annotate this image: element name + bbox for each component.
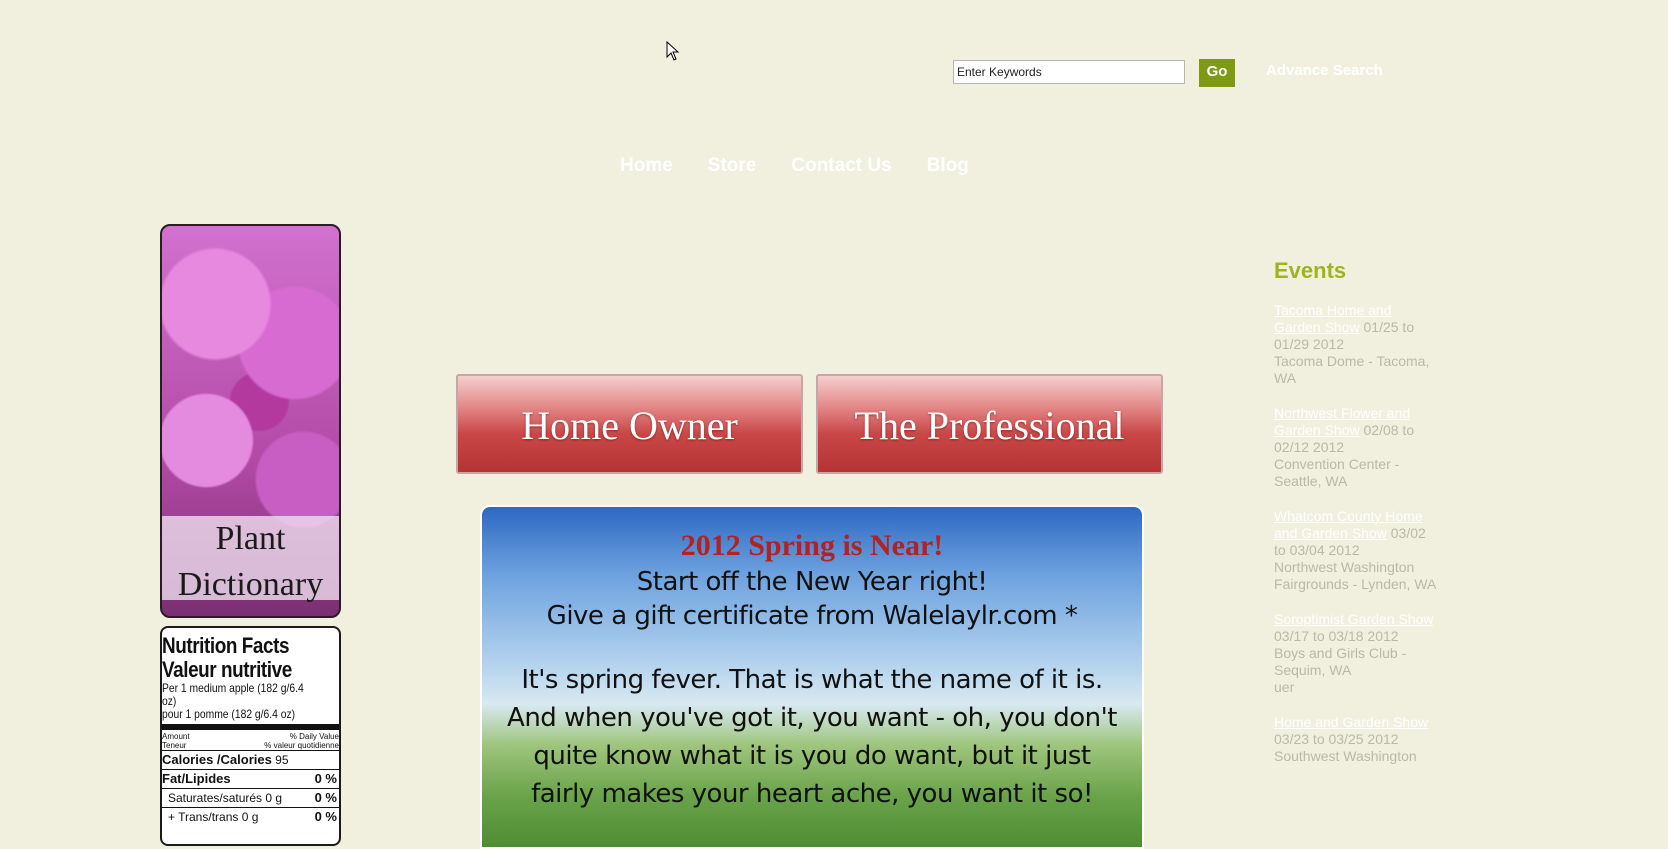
event-dates: 03/17 to 03/18 2012: [1274, 628, 1399, 644]
nutrition-divider: [162, 724, 339, 730]
event-dates: 03/23 to 03/25 2012: [1274, 731, 1399, 747]
spring-promo-banner[interactable]: 2012 Spring is Near! Start off the New Y…: [480, 505, 1144, 849]
calories-row: Calories /Calories 95: [162, 750, 339, 769]
nutrition-header-row: Amount % Daily Value: [162, 732, 339, 741]
mouse-cursor-icon: [666, 41, 680, 61]
nav-home[interactable]: Home: [620, 155, 673, 177]
event-location: Convention Center - Seattle, WA: [1274, 456, 1400, 489]
event-location: Southwest Washington: [1274, 748, 1417, 764]
event-location: Tacoma Dome - Tacoma, WA: [1274, 353, 1430, 386]
saturates-row: Saturates/saturés 0 g 0 %: [162, 788, 339, 807]
search-input[interactable]: [953, 60, 1185, 84]
fat-label: Fat/Lipides: [162, 771, 231, 786]
plant-label-line1: Plant: [215, 520, 286, 557]
nutrition-serving: Per 1 medium apple (182 g/6.4 oz) pour 1…: [162, 682, 314, 721]
event-link[interactable]: Home and Garden Show: [1274, 714, 1428, 730]
vq-label: % valeur quotidienne: [264, 741, 339, 750]
nav-contact-us[interactable]: Contact Us: [791, 155, 891, 177]
nutrition-facts-banner[interactable]: Nutrition Facts Valeur nutritive Per 1 m…: [160, 626, 341, 846]
trans-label: + Trans/trans 0 g: [168, 810, 259, 824]
home-owner-button[interactable]: Home Owner: [456, 374, 803, 474]
banner-line3: Give a gift certificate from Walelaylr.c…: [546, 601, 1078, 631]
sat-label: Saturates/saturés 0 g: [168, 791, 283, 805]
event-item: Northwest Flower and Garden Show 02/08 t…: [1274, 405, 1440, 490]
nutrition-header-row-fr: Teneur % valeur quotidienne: [162, 741, 339, 750]
serving-fr: pour 1 pomme (182 g/6.4 oz): [162, 707, 296, 721]
dv-label: % Daily Value: [289, 732, 339, 741]
event-location: Boys and Girls Club - Sequim, WA: [1274, 645, 1407, 678]
amount-label: Amount: [162, 732, 190, 741]
event-item: Home and Garden Show 03/23 to 03/25 2012…: [1274, 714, 1440, 765]
event-extra: uer: [1274, 679, 1295, 695]
trans-value: 0 %: [314, 809, 337, 824]
event-item: Tacoma Home and Garden Show 01/25 to 01/…: [1274, 302, 1440, 387]
nav-store[interactable]: Store: [708, 155, 757, 177]
event-link[interactable]: Soroptimist Garden Show: [1274, 611, 1434, 627]
plant-dictionary-label: Plant Dictionary: [162, 516, 339, 603]
banner-line2: Start off the New Year right!: [636, 567, 988, 597]
events-sidebar: Events Tacoma Home and Garden Show 01/25…: [1274, 258, 1440, 783]
banner-headline: 2012 Spring is Near!: [680, 529, 944, 562]
sat-value: 0 %: [314, 790, 337, 805]
fat-row: Fat/Lipides 0 %: [162, 769, 339, 788]
nav-blog[interactable]: Blog: [927, 155, 969, 177]
plant-dictionary-banner[interactable]: Plant Dictionary: [160, 224, 341, 618]
event-location: Northwest Washington Fairgrounds - Lynde…: [1274, 559, 1437, 592]
calories-label: Calories /Calories: [162, 752, 272, 767]
nutrition-title: Nutrition Facts Valeur nutritive: [162, 628, 314, 682]
advance-search-link[interactable]: Advance Search: [1266, 62, 1383, 79]
event-item: Soroptimist Garden Show 03/17 to 03/18 2…: [1274, 611, 1440, 696]
trans-row: + Trans/trans 0 g 0 %: [162, 807, 339, 826]
event-item: Whatcom County Home and Garden Show 03/0…: [1274, 508, 1440, 593]
calories-value: 95: [275, 753, 289, 767]
banner-quote: It's spring fever. That is what the name…: [507, 665, 1117, 809]
serving-en: Per 1 medium apple (182 g/6.4 oz): [162, 681, 304, 708]
teneur-label: Teneur: [162, 741, 187, 750]
main-nav: Home Store Contact Us Blog: [620, 155, 1004, 177]
nutrition-title-fr: Valeur nutritive: [162, 657, 292, 682]
fat-value: 0 %: [314, 771, 337, 786]
nutrition-title-en: Nutrition Facts: [162, 633, 290, 658]
go-button[interactable]: Go: [1199, 59, 1235, 87]
plant-label-line2: Dictionary: [177, 566, 324, 603]
events-heading: Events: [1274, 258, 1347, 283]
professional-button[interactable]: The Professional: [816, 374, 1163, 474]
